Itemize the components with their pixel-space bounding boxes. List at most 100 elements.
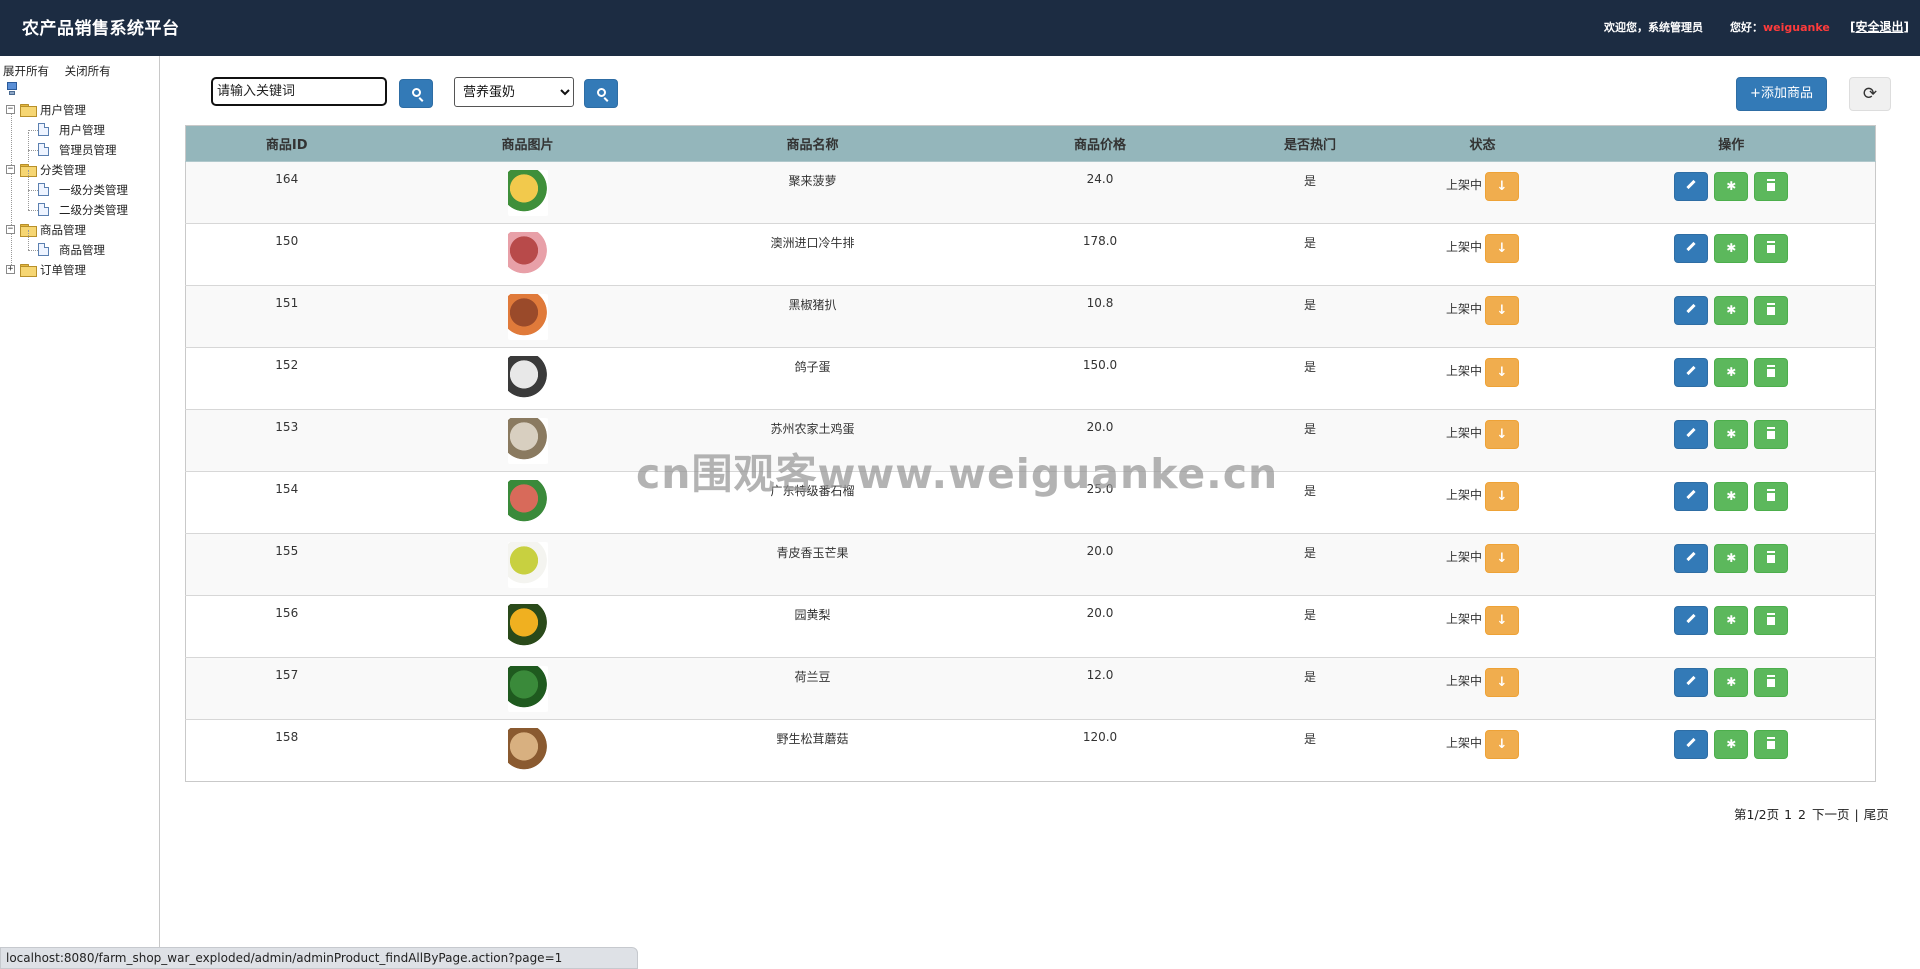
unlist-button[interactable]: ↓ <box>1485 358 1519 387</box>
asterisk-icon: ✱ <box>1726 613 1737 627</box>
tree-item-label[interactable]: 管理员管理 <box>59 140 117 160</box>
tree-line <box>28 150 38 151</box>
hot-toggle-button[interactable]: ✱ <box>1714 172 1749 201</box>
unlist-button[interactable]: ↓ <box>1485 296 1519 325</box>
col-header-status: 状态 <box>1377 125 1588 162</box>
tree-controls: 展开所有 关闭所有 <box>3 63 123 79</box>
edit-button[interactable] <box>1674 730 1709 759</box>
edit-button[interactable] <box>1674 606 1709 635</box>
expand-all-link[interactable]: 展开所有 <box>3 64 49 78</box>
delete-button[interactable] <box>1754 482 1789 511</box>
hot-toggle-button[interactable]: ✱ <box>1714 668 1749 697</box>
status-text: 上架中 <box>1445 674 1482 688</box>
delete-button[interactable] <box>1754 172 1789 201</box>
hot-toggle-button[interactable]: ✱ <box>1714 420 1749 449</box>
add-product-button[interactable]: +添加商品 <box>1736 77 1827 111</box>
trash-icon <box>1767 552 1776 563</box>
delete-button[interactable] <box>1754 544 1789 573</box>
cell-image <box>387 471 668 534</box>
hot-toggle-button[interactable]: ✱ <box>1714 544 1749 573</box>
expand-toggle-icon[interactable]: + <box>6 265 15 274</box>
unlist-button[interactable]: ↓ <box>1485 420 1519 449</box>
delete-button[interactable] <box>1754 668 1789 697</box>
unlist-button[interactable]: ↓ <box>1485 482 1519 511</box>
cell-ops: ✱ <box>1587 223 1876 286</box>
tree-group-label[interactable]: 订单管理 <box>40 260 86 280</box>
cell-image <box>387 719 668 782</box>
hot-toggle-button[interactable]: ✱ <box>1714 730 1749 759</box>
unlist-button[interactable]: ↓ <box>1485 544 1519 573</box>
cell-image <box>387 161 668 224</box>
unlist-button[interactable]: ↓ <box>1485 606 1519 635</box>
tree-item-user-manage[interactable]: 用户管理 <box>4 120 160 140</box>
edit-button[interactable] <box>1674 420 1709 449</box>
page-icon <box>38 123 49 136</box>
collapse-toggle-icon[interactable]: − <box>6 225 15 234</box>
category-search-button[interactable] <box>584 79 618 108</box>
table-header-row: 商品ID 商品图片 商品名称 商品价格 是否热门 状态 操作 <box>185 125 1876 162</box>
delete-button[interactable] <box>1754 296 1789 325</box>
hot-toggle-button[interactable]: ✱ <box>1714 358 1749 387</box>
hot-toggle-button[interactable]: ✱ <box>1714 606 1749 635</box>
cell-ops: ✱ <box>1587 347 1876 410</box>
edit-button[interactable] <box>1674 296 1709 325</box>
category-select[interactable]: 营养蛋奶 <box>454 77 574 107</box>
tree-item-product-manage[interactable]: 商品管理 <box>4 230 160 260</box>
trash-icon <box>1767 738 1776 749</box>
logout-link[interactable]: [安全退出] <box>1850 18 1909 35</box>
tree-item-label[interactable]: 一级分类管理 <box>59 180 128 200</box>
tree-item-category-2[interactable]: 二级分类管理 <box>4 190 160 220</box>
unlist-button[interactable]: ↓ <box>1485 668 1519 697</box>
edit-button[interactable] <box>1674 172 1709 201</box>
hot-toggle-button[interactable]: ✱ <box>1714 234 1749 263</box>
unlist-button[interactable]: ↓ <box>1485 172 1519 201</box>
cell-status: 上架中 ↓ <box>1377 347 1588 410</box>
delete-button[interactable] <box>1754 730 1789 759</box>
arrow-down-icon: ↓ <box>1496 489 1508 504</box>
logout-label[interactable]: 安全退出 <box>1855 20 1903 34</box>
search-button[interactable] <box>399 79 433 108</box>
tree-group-order[interactable]: + 订单管理 <box>4 260 160 280</box>
unlist-button[interactable]: ↓ <box>1485 730 1519 759</box>
tree-item-label[interactable]: 二级分类管理 <box>59 200 128 220</box>
delete-button[interactable] <box>1754 420 1789 449</box>
delete-button[interactable] <box>1754 358 1789 387</box>
tree-group-users[interactable]: − 用户管理 <box>4 100 160 120</box>
hot-toggle-button[interactable]: ✱ <box>1714 482 1749 511</box>
collapse-toggle-icon[interactable]: − <box>6 165 15 174</box>
table-row: 151 黑椒猪扒 10.8 是 上架中 ↓ ✱ <box>185 285 1876 348</box>
product-thumbnail <box>507 604 548 650</box>
pencil-icon <box>1686 303 1696 314</box>
edit-button[interactable] <box>1674 358 1709 387</box>
watermark-text: cn围观客www.weiguanke.cn <box>636 450 1279 498</box>
tree-item-label[interactable]: 用户管理 <box>59 120 105 140</box>
edit-button[interactable] <box>1674 234 1709 263</box>
tree-item-label[interactable]: 商品管理 <box>59 240 105 260</box>
search-input[interactable] <box>211 77 387 106</box>
edit-button[interactable] <box>1674 544 1709 573</box>
unlist-button[interactable]: ↓ <box>1485 234 1519 263</box>
tree-group-label[interactable]: 分类管理 <box>40 160 86 180</box>
last-page-link[interactable]: 尾页 <box>1864 807 1889 822</box>
edit-button[interactable] <box>1674 482 1709 511</box>
collapse-all-link[interactable]: 关闭所有 <box>65 64 111 78</box>
page-link-1[interactable]: 1 <box>1784 807 1792 822</box>
collapse-toggle-icon[interactable]: − <box>6 105 15 114</box>
tree-root[interactable] <box>4 80 160 100</box>
page-link-2[interactable]: 2 <box>1798 807 1806 822</box>
hot-toggle-button[interactable]: ✱ <box>1714 296 1749 325</box>
cell-image <box>387 595 668 658</box>
next-page-link[interactable]: 下一页 <box>1812 807 1850 822</box>
tree-item-admin-manage[interactable]: 管理员管理 <box>4 140 160 160</box>
edit-button[interactable] <box>1674 668 1709 697</box>
delete-button[interactable] <box>1754 606 1789 635</box>
tree-group-label[interactable]: 用户管理 <box>40 100 86 120</box>
delete-button[interactable] <box>1754 234 1789 263</box>
cell-ops: ✱ <box>1587 285 1876 348</box>
refresh-button[interactable]: ⟳ <box>1849 77 1891 111</box>
row-actions: ✱ <box>1674 668 1789 697</box>
page-info: 第1/2页 <box>1734 807 1780 822</box>
tree-group-label[interactable]: 商品管理 <box>40 220 86 240</box>
arrow-down-icon: ↓ <box>1496 551 1508 566</box>
cell-status: 上架中 ↓ <box>1377 223 1588 286</box>
